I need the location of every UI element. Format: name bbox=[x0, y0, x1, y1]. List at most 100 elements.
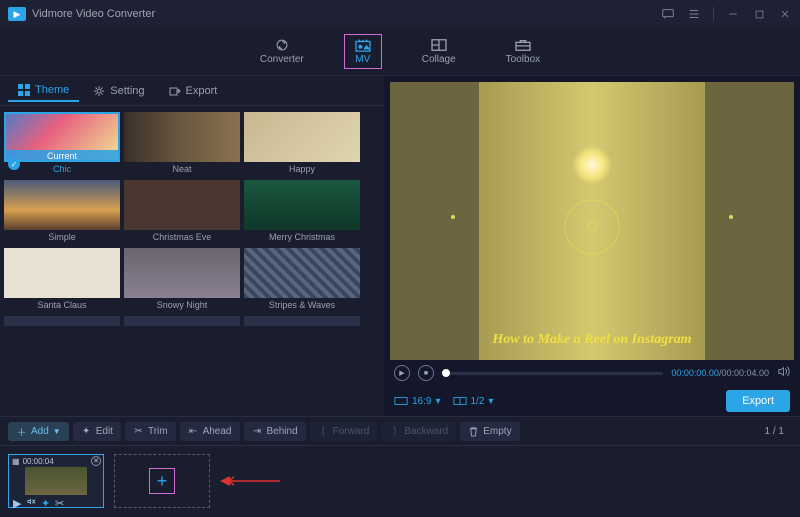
volume-icon[interactable] bbox=[777, 365, 790, 381]
theme-merry-christmas-label: Merry Christmas bbox=[244, 230, 360, 246]
nav-collage[interactable]: Collage bbox=[412, 34, 466, 69]
theme-stripes-thumb bbox=[244, 248, 360, 298]
theme-santa-label: Santa Claus bbox=[4, 298, 120, 314]
clip-footer: ▶ ✦ ✂ bbox=[9, 495, 103, 507]
theme-christmas-eve-label: Christmas Eve bbox=[124, 230, 240, 246]
close-icon[interactable] bbox=[778, 7, 792, 21]
behind-icon: ⇥ bbox=[252, 426, 263, 437]
aspect-value: 16:9 bbox=[412, 396, 431, 407]
theme-neat[interactable]: Neat bbox=[124, 112, 240, 178]
timeline-toolbar: ＋ Add ▼ ✦ Edit ✂ Trim ⇤ Ahead ⇥ Behind ⟨… bbox=[0, 416, 800, 446]
theme-more-3[interactable] bbox=[244, 316, 360, 326]
menu-icon[interactable] bbox=[687, 7, 701, 21]
nav-converter[interactable]: Converter bbox=[250, 34, 314, 69]
theme-more-2[interactable] bbox=[124, 316, 240, 326]
theme-christmas-eve-thumb bbox=[124, 180, 240, 230]
play-button[interactable]: ▶ bbox=[394, 365, 410, 381]
edit-button[interactable]: ✦ Edit bbox=[73, 422, 121, 441]
ahead-label: Ahead bbox=[203, 426, 232, 437]
clip-play-icon[interactable]: ▶ bbox=[13, 497, 22, 506]
plus-icon: ＋ bbox=[16, 426, 27, 437]
nav-collage-label: Collage bbox=[422, 54, 456, 65]
theme-merry-christmas[interactable]: Merry Christmas bbox=[244, 180, 360, 246]
theme-icon bbox=[18, 84, 30, 96]
add-clip-plus-icon: + bbox=[149, 468, 175, 494]
clip-trim-icon[interactable]: ✂ bbox=[55, 497, 64, 506]
timeline-clip[interactable]: ▦ 00:00:04 ✕ ▶ ✦ ✂ bbox=[8, 454, 104, 508]
behind-button[interactable]: ⇥ Behind bbox=[244, 422, 306, 441]
preview-panel: How to Make a Reel on Instagram ▶ ■ 00:0… bbox=[384, 76, 800, 416]
theme-snowy-thumb bbox=[124, 248, 240, 298]
clip-remove-icon[interactable]: ✕ bbox=[91, 456, 101, 466]
seek-bar[interactable] bbox=[442, 372, 663, 375]
backward-button[interactable]: ⟩ Backward bbox=[381, 422, 456, 441]
app-logo-icon: ▶ bbox=[8, 7, 26, 21]
ahead-button[interactable]: ⇤ Ahead bbox=[180, 422, 240, 441]
backward-label: Backward bbox=[404, 426, 448, 437]
theme-happy[interactable]: Happy bbox=[244, 112, 360, 178]
titlebar: ▶ Vidmore Video Converter bbox=[0, 0, 800, 28]
preview-controls: ▶ ■ 00:00:00.00/00:00:04.00 bbox=[384, 360, 800, 386]
preview-caption: How to Make a Reel on Instagram bbox=[390, 332, 794, 348]
clip-mute-icon[interactable] bbox=[27, 497, 36, 506]
nav-mv-label: MV bbox=[355, 54, 370, 65]
clip-duration: 00:00:04 bbox=[23, 457, 54, 466]
preview-bottom-bar: 16:9 ▾ 1/2 ▾ Export bbox=[384, 386, 800, 416]
theme-more-1[interactable] bbox=[4, 316, 120, 326]
stop-button[interactable]: ■ bbox=[418, 365, 434, 381]
maximize-icon[interactable] bbox=[752, 7, 766, 21]
add-label: Add bbox=[31, 426, 49, 437]
theme-chic-label: Chic bbox=[4, 162, 120, 178]
preview-dot bbox=[729, 215, 733, 219]
theme-santa[interactable]: Santa Claus bbox=[4, 248, 120, 314]
empty-label: Empty bbox=[483, 426, 511, 437]
gear-icon bbox=[93, 85, 105, 97]
backward-icon: ⟩ bbox=[389, 426, 400, 437]
add-button[interactable]: ＋ Add ▼ bbox=[8, 422, 69, 441]
film-icon: ▦ bbox=[12, 457, 20, 466]
behind-label: Behind bbox=[267, 426, 298, 437]
mv-icon bbox=[354, 38, 372, 52]
theme-christmas-eve[interactable]: Christmas Eve bbox=[124, 180, 240, 246]
theme-simple[interactable]: Simple bbox=[4, 180, 120, 246]
clip-effect-icon[interactable]: ✦ bbox=[41, 497, 50, 506]
preview-viewport[interactable]: How to Make a Reel on Instagram bbox=[390, 82, 794, 360]
subtab-theme[interactable]: Theme bbox=[8, 80, 79, 102]
check-icon: ✓ bbox=[8, 158, 20, 170]
theme-stripes[interactable]: Stripes & Waves bbox=[244, 248, 360, 314]
subtab-setting[interactable]: Setting bbox=[83, 81, 154, 101]
divider bbox=[713, 7, 714, 21]
clip-thumbnail bbox=[25, 467, 87, 495]
theme-neat-label: Neat bbox=[124, 162, 240, 178]
trim-button[interactable]: ✂ Trim bbox=[125, 422, 176, 441]
theme-chic-thumb: Current bbox=[4, 112, 120, 162]
feedback-icon[interactable] bbox=[661, 7, 675, 21]
wand-icon: ✦ bbox=[81, 426, 92, 437]
edit-label: Edit bbox=[96, 426, 113, 437]
theme-chic[interactable]: Current ✓ Chic bbox=[4, 112, 120, 178]
theme-neat-thumb bbox=[124, 112, 240, 162]
preview-graphic bbox=[572, 145, 612, 185]
seek-handle[interactable] bbox=[442, 369, 450, 377]
time-display: 00:00:00.00/00:00:04.00 bbox=[671, 368, 769, 378]
minimize-icon[interactable] bbox=[726, 7, 740, 21]
scissors-icon: ✂ bbox=[133, 426, 144, 437]
forward-button[interactable]: ⟨ Forward bbox=[310, 422, 378, 441]
aspect-icon bbox=[394, 396, 408, 406]
chevron-down-icon: ▾ bbox=[435, 396, 440, 407]
theme-snowy[interactable]: Snowy Night bbox=[124, 248, 240, 314]
nav-mv[interactable]: MV bbox=[344, 34, 382, 69]
trim-label: Trim bbox=[148, 426, 168, 437]
timeline: ▦ 00:00:04 ✕ ▶ ✦ ✂ + bbox=[0, 446, 800, 516]
subtab-export[interactable]: Export bbox=[159, 81, 228, 101]
ahead-icon: ⇤ bbox=[188, 426, 199, 437]
nav-toolbox-label: Toolbox bbox=[506, 54, 540, 65]
export-button[interactable]: Export bbox=[726, 390, 790, 412]
view-selector[interactable]: 1/2 ▾ bbox=[453, 396, 494, 407]
empty-button[interactable]: Empty bbox=[460, 422, 519, 441]
toolbox-icon bbox=[514, 38, 532, 52]
aspect-ratio-selector[interactable]: 16:9 ▾ bbox=[394, 396, 441, 407]
trash-icon bbox=[468, 426, 479, 437]
add-clip-slot[interactable]: + bbox=[114, 454, 210, 508]
nav-toolbox[interactable]: Toolbox bbox=[496, 34, 550, 69]
